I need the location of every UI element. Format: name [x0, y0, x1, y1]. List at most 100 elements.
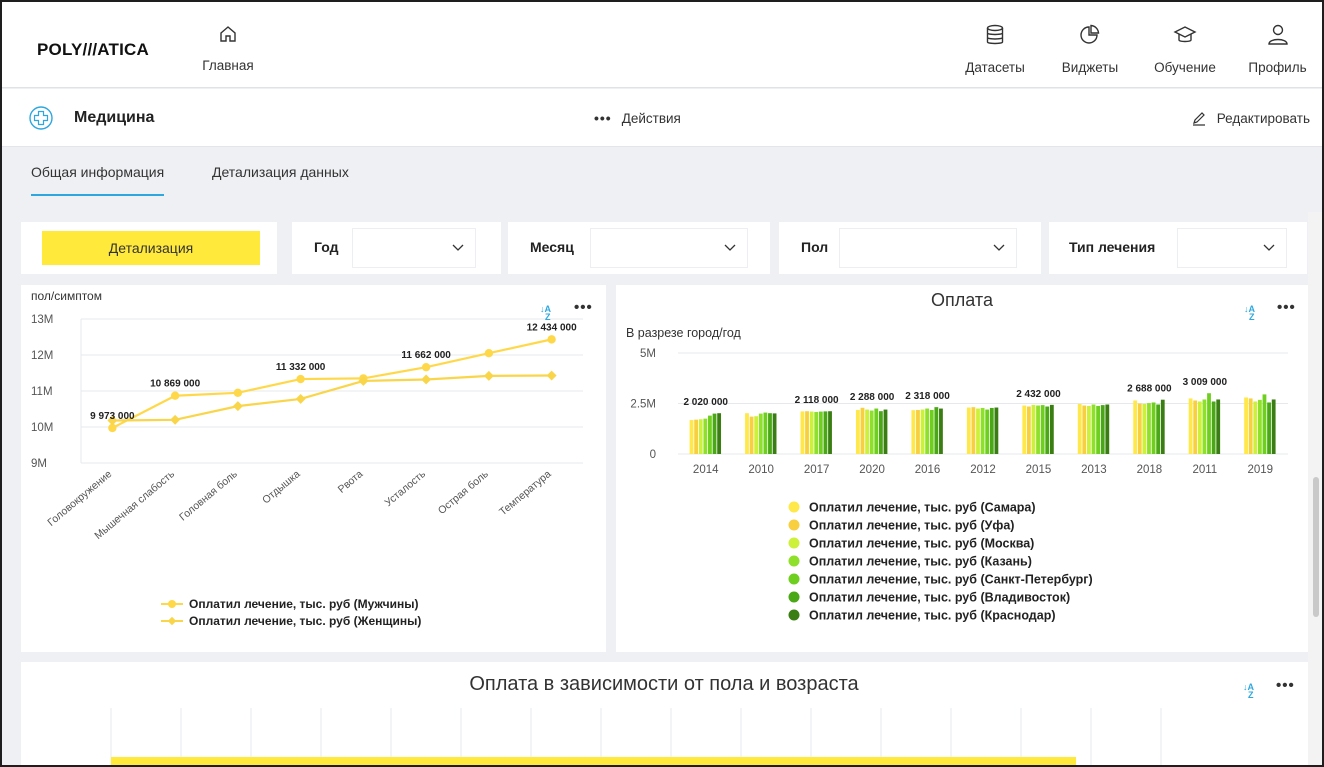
bar	[989, 407, 994, 454]
nav-profile[interactable]: Профиль	[1240, 2, 1315, 88]
chart-title: Оплата в зависимости от пола и возраста	[469, 673, 859, 695]
bar	[934, 407, 939, 454]
bar	[823, 411, 828, 454]
month-select[interactable]	[590, 228, 748, 268]
nav-datasets[interactable]: Датасеты	[955, 2, 1035, 88]
chevron-down-icon	[724, 244, 736, 251]
bar	[994, 407, 999, 454]
more-options-icon[interactable]: •••	[1276, 677, 1295, 694]
nav-learning[interactable]: Обучение	[1145, 2, 1225, 88]
legend-label: Оплатил лечение, тыс. руб (Женщины)	[189, 614, 421, 628]
x-tick-label: 2010	[748, 464, 774, 476]
data-point	[232, 401, 243, 412]
x-tick-label: 2011	[1192, 464, 1217, 476]
bar	[878, 411, 883, 454]
filter-treatment-label: Тип лечения	[1069, 239, 1156, 255]
legend-label: Оплатил лечение, тыс. руб (Уфа)	[809, 519, 1014, 533]
filter-month-label: Месяц	[530, 239, 574, 255]
more-options-icon[interactable]: •••	[574, 299, 593, 316]
bar	[1156, 404, 1161, 454]
bar	[1211, 401, 1216, 454]
bar	[1193, 400, 1198, 454]
legend-marker	[788, 537, 800, 549]
pencil-icon	[1192, 112, 1205, 126]
bar	[1036, 405, 1040, 454]
bar	[1271, 399, 1276, 454]
chevron-down-icon	[452, 244, 464, 251]
app-frame: POLY///ATICA Главная Датасеты Виджеты Об…	[0, 0, 1324, 767]
bar	[1147, 403, 1151, 454]
bar	[698, 419, 703, 454]
tab-general-info[interactable]: Общая информация	[31, 164, 165, 196]
filter-year-label: Год	[314, 239, 339, 255]
treatment-select[interactable]	[1177, 228, 1287, 268]
legend-marker	[167, 616, 177, 626]
actions-menu[interactable]: ••• Действия	[594, 110, 681, 126]
pie-chart-icon	[1080, 24, 1100, 44]
bar	[1257, 399, 1262, 454]
bar	[1082, 405, 1087, 454]
nav-widgets[interactable]: Виджеты	[1055, 2, 1125, 88]
bar	[809, 411, 814, 454]
detail-button[interactable]: Детализация	[42, 231, 260, 265]
more-options-icon[interactable]: •••	[1277, 299, 1296, 316]
x-tick-label: 2020	[859, 464, 885, 476]
bar	[1026, 406, 1031, 454]
gender-select[interactable]	[839, 228, 1017, 268]
legend-marker	[788, 591, 800, 603]
y-tick-label: 11M	[31, 386, 53, 398]
nav-home[interactable]: Главная	[198, 2, 258, 88]
legend-label: Оплатил лечение, тыс. руб (Москва)	[809, 537, 1034, 551]
bar	[1133, 400, 1138, 454]
filter-detail-cell: Детализация	[21, 222, 277, 274]
bar	[1253, 401, 1258, 454]
bar	[818, 411, 823, 454]
home-icon	[220, 26, 236, 42]
bar	[111, 757, 1076, 765]
bar	[708, 415, 712, 454]
bar	[1077, 403, 1082, 454]
sort-icon[interactable]: ↓A Z	[1243, 683, 1254, 700]
data-label: 11 662 000	[401, 350, 451, 361]
year-select[interactable]	[352, 228, 476, 268]
scrollbar-thumb[interactable]	[1313, 477, 1319, 617]
scrollbar[interactable]	[1308, 212, 1322, 765]
bar	[1087, 405, 1091, 454]
x-tick-label: 2015	[1026, 464, 1052, 476]
bar	[855, 409, 860, 454]
legend-label: Оплатил лечение, тыс. руб (Мужчины)	[189, 597, 418, 611]
bar	[911, 410, 916, 454]
bar	[920, 409, 925, 454]
data-label: 2 288 000	[850, 392, 895, 403]
bar	[939, 408, 943, 454]
filter-treatment: Тип лечения	[1049, 222, 1307, 274]
bar	[694, 419, 699, 454]
dashboard-header: Медицина ••• Действия Редактировать	[2, 89, 1322, 147]
bar	[1100, 405, 1105, 454]
data-point	[484, 349, 494, 358]
bar	[712, 413, 717, 454]
sort-icon[interactable]: ↓A Z	[540, 305, 551, 322]
bar-chart: Оплата В разрезе город/год 0 2.5M 5M 2014 2 02…	[626, 290, 1288, 623]
bar	[1262, 394, 1267, 454]
tab-data-details[interactable]: Детализация данных	[212, 164, 349, 194]
legend-label: Оплатил лечение, тыс. руб (Казань)	[809, 555, 1032, 569]
sort-icon[interactable]: ↓A Z	[1244, 305, 1255, 322]
actions-label: Действия	[621, 111, 681, 126]
edit-button[interactable]: Редактировать	[1191, 110, 1310, 126]
bar	[883, 409, 888, 454]
gender-age-chart: Оплата в зависимости от пола и возраста	[110, 673, 1162, 765]
nav-widgets-label: Виджеты	[1061, 60, 1119, 75]
top-navigation: POLY///ATICA Главная Датасеты Виджеты Об…	[2, 2, 1322, 88]
x-tick-label: 2019	[1247, 464, 1273, 476]
logo[interactable]: POLY///ATICA	[37, 40, 149, 60]
bar	[925, 408, 930, 454]
nav-profile-label: Профиль	[1248, 60, 1307, 75]
x-tick-label: 2012	[970, 464, 996, 476]
legend-label: Оплатил лечение, тыс. руб (Краснодар)	[809, 609, 1056, 623]
filter-month: Месяц	[508, 222, 770, 274]
data-label: 12 434 000	[527, 322, 577, 333]
bar	[929, 409, 934, 454]
x-tick-label: 2017	[804, 464, 830, 476]
bar	[749, 416, 754, 454]
